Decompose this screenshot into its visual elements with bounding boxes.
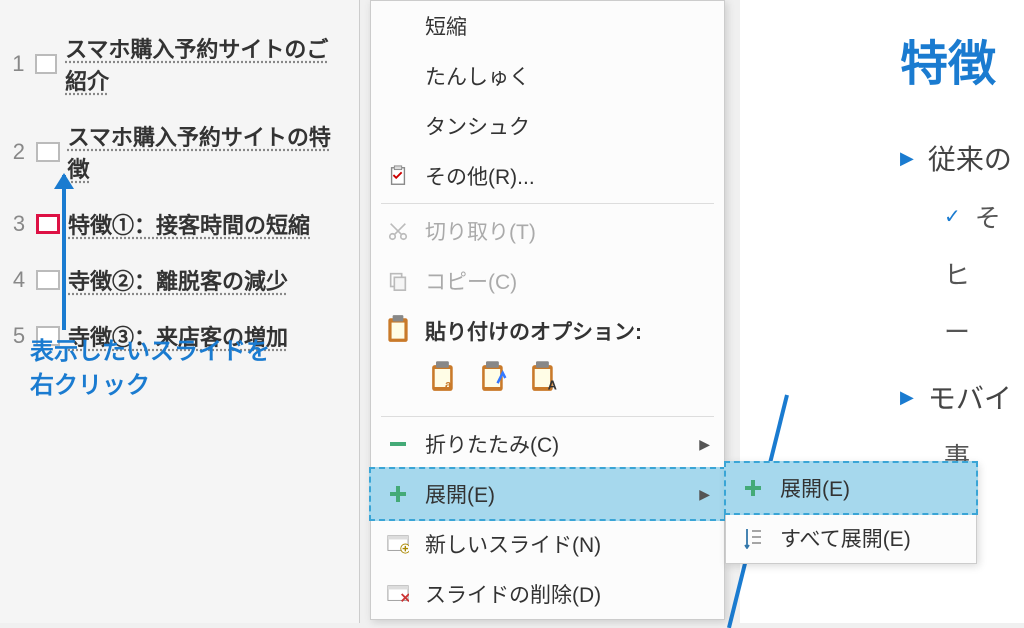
paste-options-header: 貼り付けのオプション: xyxy=(411,306,724,352)
check-icon: ✓ xyxy=(944,204,961,229)
menu-label: すべて展開(E) xyxy=(780,523,962,553)
outline-number: 5 xyxy=(10,323,28,349)
submenu-arrow-icon: ▶ xyxy=(699,436,710,453)
expand-submenu: 展開(E) すべて展開(E) xyxy=(725,462,977,564)
menu-label: 切り取り(T) xyxy=(425,216,710,246)
menu-separator xyxy=(381,416,714,417)
delete-slide-icon xyxy=(385,581,411,607)
slide-bullet-1: ▶ 従来の xyxy=(900,138,1014,178)
context-menu: 短縮 たんしゅく タンシュク その他(R)... 切り取り(T) コピー(C) … xyxy=(370,0,725,620)
annotation-line2: 右クリック xyxy=(30,369,270,403)
blank-icon xyxy=(385,113,411,139)
slide-sub-text: ヒ xyxy=(944,255,970,292)
menu-collapse[interactable]: 折りたたみ(C) ▶ xyxy=(371,419,724,469)
outline-item-1[interactable]: 1 スマホ購入予約サイトのご紹介 xyxy=(0,20,359,108)
slide-icon-selected xyxy=(36,214,60,234)
outline-number: 1 xyxy=(10,51,27,77)
ime-candidate-1[interactable]: 短縮 xyxy=(371,1,724,51)
copy-icon xyxy=(385,268,411,294)
plus-icon xyxy=(385,481,411,507)
scissors-icon xyxy=(385,218,411,244)
annotation-line1: 表示したいスライドを xyxy=(30,335,270,369)
submenu-expand-all[interactable]: すべて展開(E) xyxy=(726,513,976,563)
outline-number: 4 xyxy=(10,267,28,293)
menu-label: 展開(E) xyxy=(425,479,685,509)
minus-icon xyxy=(385,431,411,457)
menu-label: たんしゅく xyxy=(425,61,710,91)
triangle-bullet-icon: ▶ xyxy=(900,148,914,169)
slide-sub-text: そ xyxy=(975,198,1001,235)
outline-title: スマホ購入予約サイトの特徴 xyxy=(68,120,350,184)
outline-number: 2 xyxy=(10,139,28,165)
outline-title: 寺徴②：離脱客の減少 xyxy=(68,264,288,296)
outline-title: スマホ購入予約サイトのご紹介 xyxy=(65,32,349,96)
outline-number: 3 xyxy=(10,211,28,237)
menu-label: 展開(E) xyxy=(780,473,962,503)
paste-icon xyxy=(385,316,411,342)
outline-item-3[interactable]: 3 特徴①：接客時間の短縮 xyxy=(0,196,359,252)
menu-copy[interactable]: コピー(C) xyxy=(371,256,724,306)
blank-icon xyxy=(385,13,411,39)
menu-new-slide[interactable]: 新しいスライド(N) xyxy=(371,519,724,569)
svg-text:a: a xyxy=(445,379,452,391)
new-slide-icon xyxy=(385,531,411,557)
expand-all-icon xyxy=(740,525,766,551)
menu-separator xyxy=(381,203,714,204)
slide-sub-text: ー xyxy=(944,312,970,349)
menu-delete-slide[interactable]: スライドの削除(D) xyxy=(371,569,724,619)
triangle-bullet-icon: ▶ xyxy=(900,387,914,408)
slide-bullet-text: モバイ xyxy=(928,377,1012,417)
blank-icon xyxy=(385,63,411,89)
outline-item-4[interactable]: 4 寺徴②：離脱客の減少 xyxy=(0,252,359,308)
slide-sub-1: ✓ そ xyxy=(944,198,1014,235)
slide-sub-2: ヒ xyxy=(944,255,1014,292)
svg-text:A: A xyxy=(548,378,557,393)
slide-icon xyxy=(35,54,57,74)
plus-icon xyxy=(740,475,766,501)
slide-bullet-2: ▶ モバイ xyxy=(900,377,1014,417)
menu-label: タンシュク xyxy=(425,111,710,141)
paste-keep-formatting-icon[interactable]: a xyxy=(425,356,465,400)
paste-use-destination-icon[interactable] xyxy=(475,356,515,400)
ime-candidate-2[interactable]: たんしゅく xyxy=(371,51,724,101)
slide-title: 特徴 xyxy=(900,24,1014,94)
submenu-expand[interactable]: 展開(E) xyxy=(724,461,978,515)
slide-bullet-text: 従来の xyxy=(928,138,1012,178)
paste-text-only-icon[interactable]: A xyxy=(525,356,565,400)
slide-sub-3: ー xyxy=(944,312,1014,349)
menu-label: 新しいスライド(N) xyxy=(425,529,710,559)
slide-icon xyxy=(36,142,60,162)
ime-candidate-3[interactable]: タンシュク xyxy=(371,101,724,151)
menu-label: 短縮 xyxy=(425,11,710,41)
outline-title: 特徴①：接客時間の短縮 xyxy=(68,208,310,240)
annotation-arrow xyxy=(62,175,66,330)
annotation-text: 表示したいスライドを 右クリック xyxy=(30,335,270,402)
menu-label: コピー(C) xyxy=(425,266,710,296)
slide-icon xyxy=(36,270,60,290)
menu-other[interactable]: その他(R)... xyxy=(371,151,724,201)
submenu-arrow-icon: ▶ xyxy=(699,486,710,503)
menu-cut[interactable]: 切り取り(T) xyxy=(371,206,724,256)
menu-label: 折りたたみ(C) xyxy=(425,429,685,459)
clipboard-check-icon xyxy=(385,163,411,189)
outline-panel: 1 スマホ購入予約サイトのご紹介 2 スマホ購入予約サイトの特徴 3 特徴①：接… xyxy=(0,0,360,623)
menu-label: スライドの削除(D) xyxy=(425,579,710,609)
menu-label: その他(R)... xyxy=(425,161,710,191)
menu-expand[interactable]: 展開(E) ▶ xyxy=(369,467,726,521)
